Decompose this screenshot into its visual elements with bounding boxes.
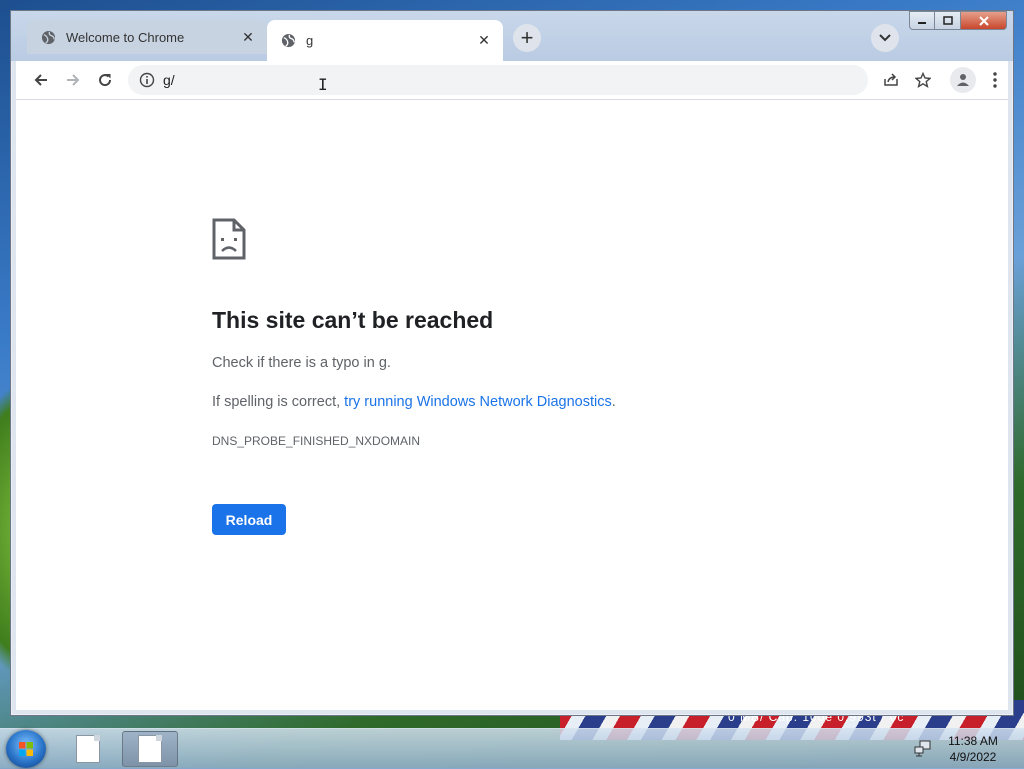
close-icon [978, 15, 989, 26]
sad-page-icon [212, 218, 246, 260]
info-icon[interactable] [139, 72, 155, 88]
menu-button[interactable] [982, 67, 1008, 93]
taskbar-file-item-active[interactable] [122, 731, 178, 767]
forward-arrow-icon [67, 74, 80, 86]
error-typo-hint: Check if there is a typo in g. [212, 355, 391, 371]
globe-icon [281, 33, 296, 48]
star-icon [915, 72, 931, 88]
error-heading: This site can’t be reached [212, 307, 494, 333]
new-tab-button[interactable]: + [513, 24, 541, 52]
network-icon[interactable] [914, 739, 932, 757]
forward-button[interactable] [60, 67, 86, 93]
browser-toolbar: g/ I [16, 61, 1008, 100]
tab-title: Welcome to Chrome [66, 29, 185, 45]
globe-icon [41, 30, 56, 45]
share-icon [884, 73, 898, 86]
close-tab-icon[interactable]: ✕ [239, 28, 257, 46]
address-bar[interactable]: g/ I [128, 65, 868, 95]
start-button[interactable] [6, 730, 46, 768]
error-diagnostics-hint: If spelling is correct, try running Wind… [212, 394, 616, 410]
close-window-button[interactable] [961, 11, 1007, 30]
tab-search-button[interactable] [871, 24, 899, 52]
taskbar: 11:38 AM 4/9/2022 [0, 728, 1024, 769]
maximize-icon [942, 16, 953, 25]
chevron-down-icon [879, 34, 891, 42]
bookmark-button[interactable] [910, 67, 936, 93]
close-tab-icon[interactable]: ✕ [475, 32, 493, 50]
network-diagnostics-link[interactable]: try running Windows Network Diagnostics [344, 394, 612, 410]
tab-g[interactable]: g ✕ [267, 20, 503, 61]
tab-strip: Welcome to Chrome ✕ g ✕ + [11, 11, 1013, 61]
tab-title: g [306, 33, 314, 48]
kebab-menu-icon [993, 72, 997, 88]
clock-date: 4/9/2022 [949, 750, 997, 764]
file-icon [76, 735, 100, 763]
file-icon [138, 735, 162, 763]
diagnostics-prefix: If spelling is correct, [212, 394, 345, 410]
back-button[interactable] [28, 67, 54, 93]
tab-welcome[interactable]: Welcome to Chrome ✕ [27, 20, 267, 54]
windows-logo-icon [19, 742, 33, 756]
reload-button[interactable]: Reload [212, 504, 286, 535]
chrome-window: Welcome to Chrome ✕ g ✕ + g/ I This site… [10, 10, 1014, 716]
reload-icon [99, 74, 112, 87]
error-code: DNS_PROBE_FINISHED_NXDOMAIN [212, 434, 421, 448]
profile-button[interactable] [950, 67, 976, 93]
text-cursor-icon: I [318, 75, 328, 94]
back-arrow-icon [34, 74, 47, 86]
page-content: This site can’t be reached Check if ther… [16, 100, 1008, 710]
minimize-icon [918, 21, 926, 24]
taskbar-file-item[interactable] [60, 731, 116, 767]
share-button[interactable] [878, 67, 904, 93]
maximize-button[interactable] [935, 11, 961, 30]
person-icon [957, 74, 969, 86]
window-controls [909, 11, 1007, 31]
diagnostics-suffix: . [611, 394, 616, 410]
clock-time: 11:38 AM [948, 734, 998, 748]
address-text: g/ [163, 72, 175, 88]
minimize-button[interactable] [909, 11, 935, 30]
reload-toolbar-button[interactable] [92, 67, 118, 93]
system-clock[interactable]: 11:38 AM 4/9/2022 [942, 733, 1004, 765]
